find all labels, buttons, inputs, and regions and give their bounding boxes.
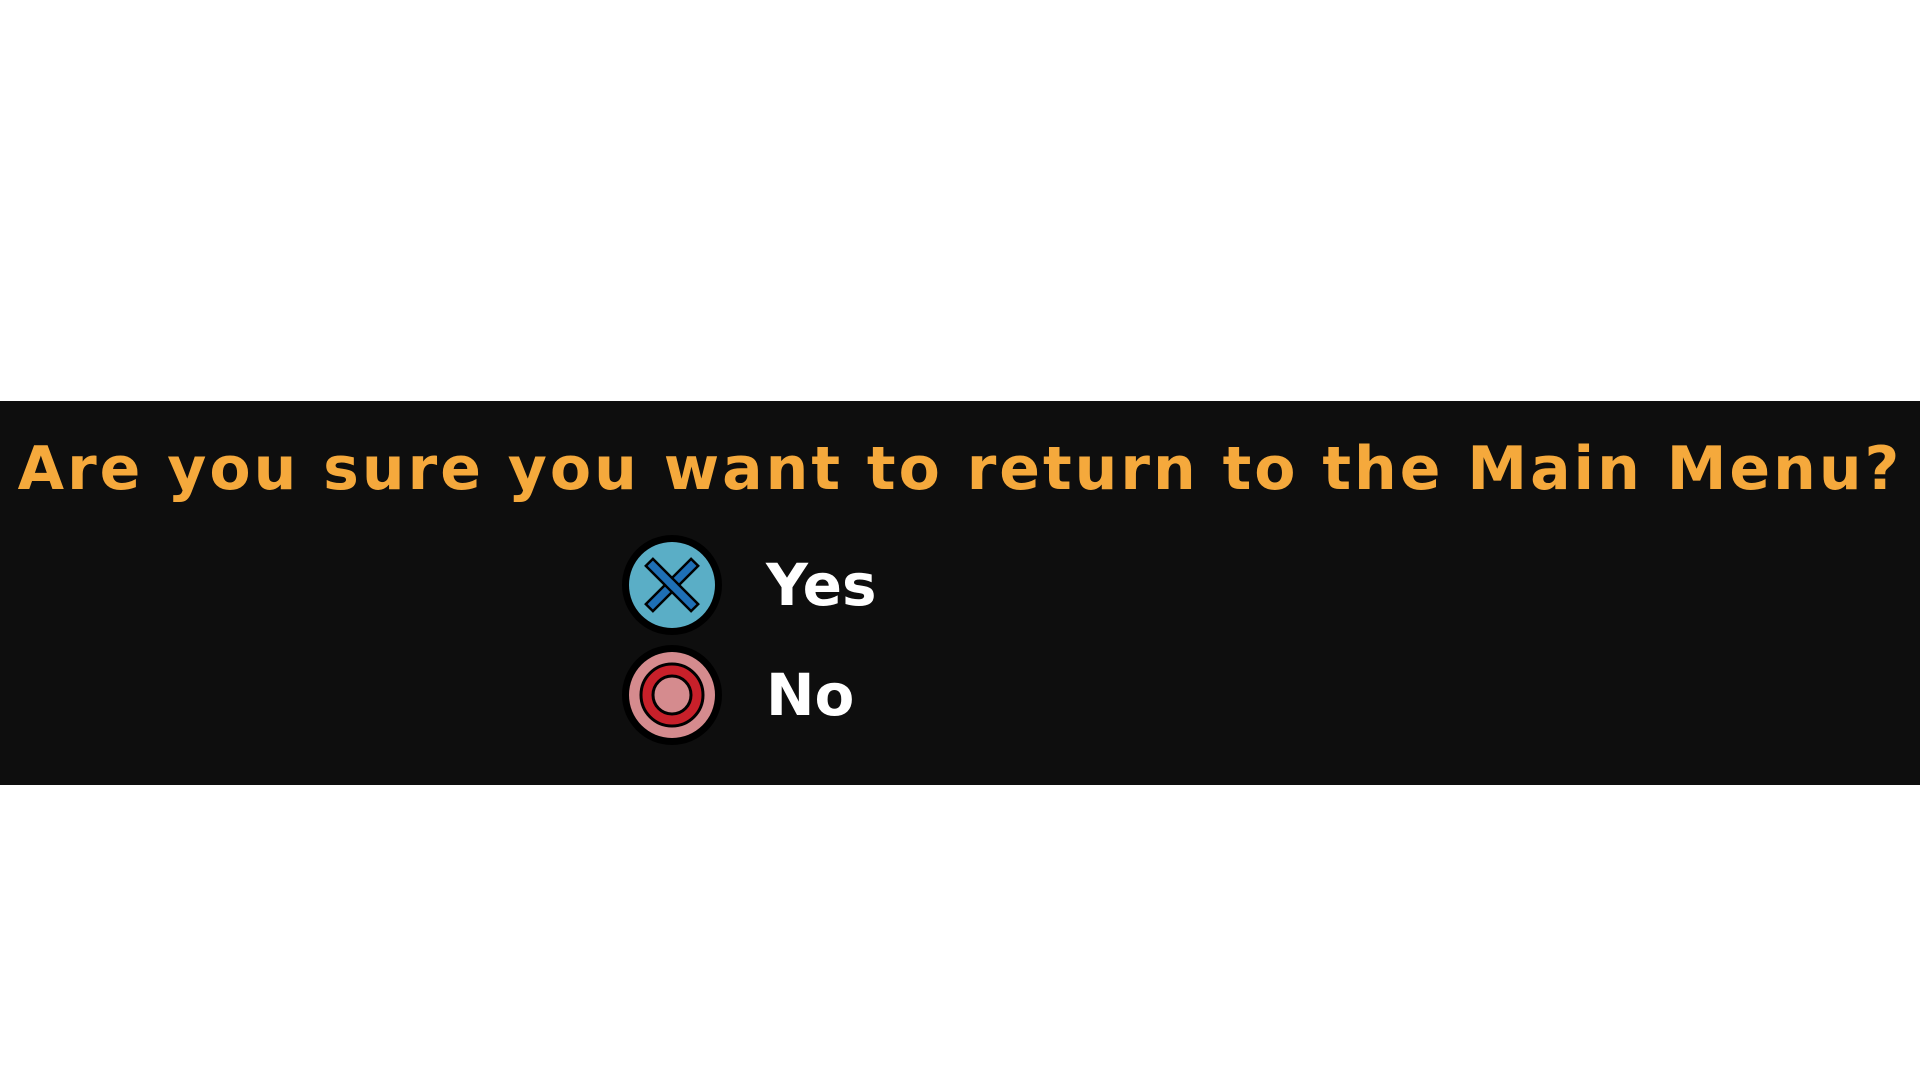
yes-label: Yes [766,551,877,619]
no-label: No [766,661,855,729]
no-option[interactable]: No [620,643,854,747]
yes-option[interactable]: Yes [620,533,877,637]
game-screen: Are you sure you want to return to the M… [0,0,1920,1080]
confirm-dialog: Are you sure you want to return to the M… [0,401,1920,785]
dialog-question: Are you sure you want to return to the M… [17,434,1903,504]
circle-button-icon [622,645,722,745]
cross-button-icon [622,535,722,635]
